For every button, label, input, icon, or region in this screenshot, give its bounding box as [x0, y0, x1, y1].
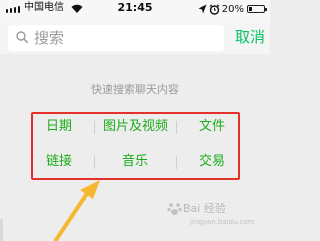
shortcut-music[interactable]: 音乐 [122, 154, 148, 170]
shortcut-links[interactable]: 链接 [46, 154, 72, 170]
shortcut-files[interactable]: 文件 [199, 119, 225, 135]
search-bar: 搜索 取消 [0, 18, 270, 54]
alarm-clock-icon [209, 3, 220, 15]
battery-icon [247, 5, 267, 13]
edge-shadow [0, 219, 3, 241]
baidu-watermark-url: jingyan.baidu.com [190, 218, 255, 226]
baidu-watermark: Bai 经验 [183, 202, 226, 215]
shortcut-date[interactable]: 日期 [46, 119, 72, 135]
search-icon [16, 31, 28, 43]
battery-percentage: 20% [221, 3, 244, 15]
location-icon [198, 4, 207, 14]
shortcut-photos-videos[interactable]: 图片及视频 [103, 119, 168, 135]
divider [94, 156, 95, 169]
status-bar: 中国电信 21:45 20% [0, 0, 270, 18]
shortcut-transactions[interactable]: 交易 [199, 154, 225, 170]
status-right-group: 20% [198, 2, 267, 16]
annotation-arrow [54, 180, 100, 241]
battery-fill [249, 7, 252, 11]
divider [176, 121, 177, 134]
cancel-button[interactable]: 取消 [235, 28, 265, 46]
search-hint: 快速搜索聊天内容 [91, 83, 179, 96]
baidu-paw-icon [167, 203, 182, 215]
search-placeholder: 搜索 [34, 29, 65, 47]
search-input[interactable]: 搜索 [8, 25, 224, 51]
divider [94, 121, 95, 134]
divider [176, 156, 177, 169]
